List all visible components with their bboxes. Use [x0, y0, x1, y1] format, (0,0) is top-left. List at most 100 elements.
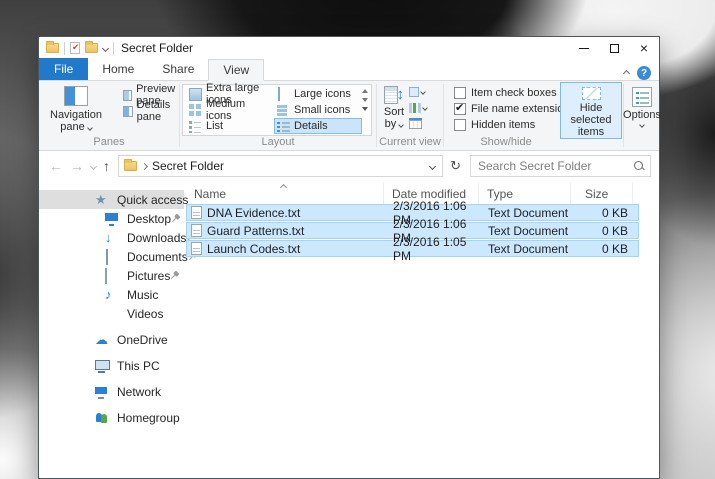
help-icon[interactable]: ? [637, 66, 651, 80]
close-icon: × [639, 40, 649, 56]
sidebar-item-quick-access[interactable]: ★ Quick access [39, 190, 188, 209]
navigation-pane-button[interactable]: Navigation pane [47, 81, 105, 133]
layout-large-icons[interactable]: Large icons [274, 86, 362, 102]
layout-option-list: Extra large icons Large icons Medium ico… [182, 82, 372, 136]
computer-icon [95, 359, 110, 373]
ribbon-group-show-hide: Item check boxes ✔ File name extensions … [444, 81, 623, 150]
tab-view[interactable]: View [208, 59, 265, 81]
column-headers: Name Date modified Type Size [186, 183, 659, 204]
forward-icon[interactable]: → [70, 158, 84, 174]
ribbon-tab-bar: File Home Share View ? [39, 58, 659, 81]
layout-medium-icons[interactable]: Medium icons [186, 98, 274, 122]
sidebar-item-videos[interactable]: Videos [39, 304, 184, 323]
refresh-icon[interactable]: ↻ [450, 158, 461, 174]
scroll-up-icon[interactable] [362, 89, 368, 93]
layout-small-icons[interactable]: Small icons [274, 102, 362, 118]
hide-selected-items-button[interactable]: Hide selected items [560, 82, 622, 139]
minimize-button[interactable] [569, 37, 599, 59]
list-view-icon [189, 119, 202, 133]
layout-option-label: List [206, 120, 224, 132]
sidebar-item-label: Documents [127, 249, 188, 264]
hidden-items-checkbox[interactable] [454, 119, 466, 131]
address-box[interactable]: Secret Folder [118, 155, 444, 177]
extra-large-icons-icon [189, 87, 202, 101]
scroll-down-icon[interactable] [362, 98, 368, 102]
recent-locations-chevron-icon[interactable] [89, 162, 98, 170]
search-box[interactable] [470, 155, 651, 177]
sort-by-label: Sort [383, 106, 405, 118]
dropdown-chevron-icon [86, 125, 93, 131]
picture-icon [105, 268, 107, 284]
file-name-extensions-option[interactable]: ✔ File name extensions [454, 101, 575, 117]
breadcrumb[interactable]: Secret Folder [152, 159, 224, 173]
more-options-icon[interactable] [362, 107, 368, 111]
pin-icon [169, 212, 182, 225]
sidebar-item-music[interactable]: ♪ Music [39, 285, 184, 304]
close-button[interactable]: × [629, 37, 659, 59]
details-view-icon [277, 119, 290, 133]
homegroup-icon [95, 411, 109, 424]
size-columns-icon [409, 118, 422, 129]
file-name: DNA Evidence.txt [207, 205, 301, 220]
properties-icon[interactable] [70, 42, 80, 54]
sidebar-item-downloads[interactable]: ↓ Downloads [39, 228, 186, 247]
group-label-show-hide: Show/hide [480, 136, 532, 148]
group-label-layout: Layout [261, 136, 295, 148]
maximize-button[interactable] [599, 37, 629, 59]
size-columns-to-fit-button[interactable] [409, 117, 427, 130]
layout-list[interactable]: List [186, 118, 274, 134]
options-button[interactable]: Options [623, 82, 661, 128]
sidebar-item-this-pc[interactable]: This PC [39, 356, 184, 375]
tab-share[interactable]: Share [148, 58, 208, 80]
collapse-ribbon-icon[interactable] [622, 69, 631, 77]
up-icon[interactable]: ↑ [103, 158, 110, 174]
search-icon[interactable] [633, 160, 645, 172]
column-header-type[interactable]: Type [479, 183, 571, 204]
file-name-extensions-checkbox[interactable]: ✔ [454, 102, 466, 115]
navigation-pane-icon [64, 86, 88, 106]
options-icon [632, 87, 652, 107]
dropdown-chevron-icon [422, 104, 428, 111]
details-pane-button[interactable]: Details pane [123, 99, 179, 123]
file-row[interactable]: Launch Codes.txt 2/3/2016 1:05 PM Text D… [186, 235, 639, 263]
address-dropdown-chevron-icon[interactable] [429, 162, 437, 170]
item-check-boxes-option[interactable]: Item check boxes [454, 85, 575, 101]
sidebar-item-homegroup[interactable]: Homegroup [39, 408, 184, 427]
customize-qat-chevron-icon[interactable] [101, 44, 110, 52]
sidebar-item-network[interactable]: Network [39, 382, 184, 401]
text-file-icon [191, 224, 202, 237]
sidebar-item-label: Quick access [117, 192, 189, 207]
sort-by-button[interactable]: ↕ Sort by [379, 81, 409, 130]
sidebar-item-pictures[interactable]: Pictures [39, 266, 184, 285]
column-header-size[interactable]: Size [571, 183, 633, 204]
hidden-items-option[interactable]: Hidden items [454, 117, 575, 133]
maximize-icon [609, 43, 619, 53]
layout-option-label: Small icons [294, 104, 351, 116]
column-header-date-modified[interactable]: Date modified [384, 183, 479, 204]
ribbon: Navigation pane Preview pane Details pan… [39, 81, 661, 151]
item-check-boxes-checkbox[interactable] [454, 87, 466, 99]
tab-file[interactable]: File [39, 58, 89, 80]
navigation-pane-label: Navigation [50, 109, 102, 121]
sidebar-item-label: Desktop [127, 211, 172, 226]
back-icon[interactable]: ← [49, 158, 63, 174]
group-by-button[interactable] [409, 85, 427, 98]
file-type: Text Document [488, 205, 569, 220]
sidebar-item-onedrive[interactable]: ☁ OneDrive [39, 330, 184, 349]
music-note-icon: ♪ [105, 287, 112, 302]
file-type: Text Document [488, 241, 569, 256]
new-folder-icon[interactable] [85, 41, 98, 53]
breadcrumb-chevron-icon[interactable] [140, 162, 149, 170]
details-pane-icon [123, 105, 133, 117]
file-size: 0 KB [601, 205, 628, 220]
tab-home[interactable]: Home [88, 58, 148, 80]
address-bar: ← → ↑ Secret Folder ↻ [39, 151, 659, 181]
add-columns-button[interactable] [409, 101, 428, 114]
layout-option-label: Details [294, 120, 328, 132]
sidebar-item-documents[interactable]: Documents [39, 247, 188, 266]
file-name: Guard Patterns.txt [207, 223, 305, 238]
navigation-pane-label2: pane [60, 121, 93, 133]
layout-details[interactable]: Details [274, 118, 362, 134]
sidebar-item-desktop[interactable]: Desktop [39, 209, 184, 228]
search-input[interactable] [478, 159, 633, 173]
